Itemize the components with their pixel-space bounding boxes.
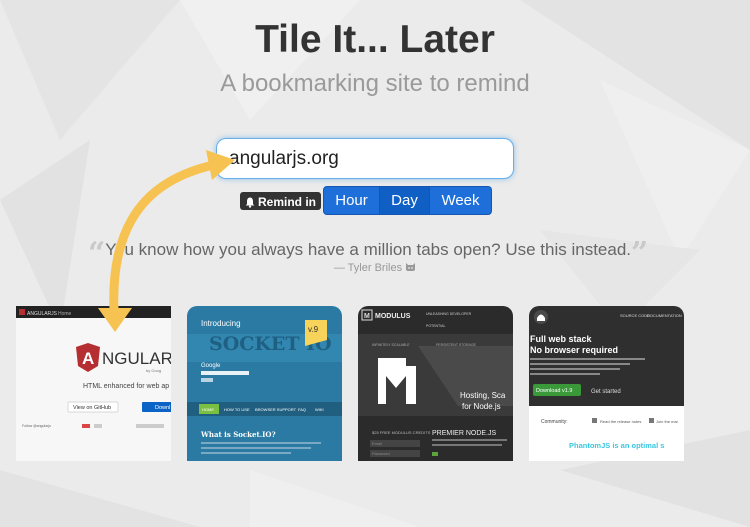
modulus-password: Password	[372, 451, 390, 456]
phantom-nav1: SOURCE CODE	[620, 313, 650, 318]
angular-tagline: HTML enhanced for web ap	[83, 383, 169, 390]
modulus-credits: $25 FREE MODULUS CREDITS	[372, 430, 431, 435]
curved-arrow-icon	[98, 150, 235, 332]
remind-label: Remind in	[240, 192, 322, 210]
modulus-hosting1: Hosting, Sca	[460, 391, 506, 400]
phantom-headline1: Full web stack	[530, 334, 593, 344]
svg-text:A: A	[82, 349, 94, 368]
socketio-nav-browser: BROWSER SUPPORT	[255, 407, 297, 412]
tile-phantomjs[interactable]: SOURCE CODE DOCUMENTATION Full web stack…	[529, 306, 684, 461]
phantom-headline2: No browser required	[530, 345, 618, 355]
phantom-nav2: DOCUMENTATION	[647, 313, 682, 318]
modulus-feat1: INFINITELY SCALABLE	[372, 343, 410, 347]
day-button[interactable]: Day	[380, 186, 430, 215]
angular-nav-text: Home	[58, 311, 72, 317]
phantom-tagline: PhantomJS is an optimal s	[569, 441, 664, 450]
week-button[interactable]: Week	[430, 186, 492, 215]
socketio-version: v.9	[308, 325, 319, 334]
modulus-nav1: UNLEASHING DEVELOPER	[426, 312, 472, 316]
remind-interval-group: Hour Day Week	[323, 186, 492, 215]
socketio-google: Google	[201, 363, 221, 369]
socketio-nav-howto: HOW TO USE	[224, 407, 250, 412]
url-input[interactable]	[216, 138, 514, 179]
hour-button[interactable]: Hour	[323, 186, 380, 215]
bell-icon	[245, 197, 255, 208]
modulus-brand: MODULUS	[375, 313, 411, 320]
angular-github-button: View on GitHub	[73, 405, 111, 411]
modulus-email: Email	[372, 441, 382, 446]
angular-byline: by Goog	[146, 368, 161, 373]
modulus-nav2: POTENTIAL	[426, 324, 446, 328]
socketio-heading: What is Socket.IO?	[200, 430, 276, 439]
github-icon	[406, 263, 416, 271]
modulus-hosting2: for Node.js	[462, 402, 501, 411]
angular-header-text: ANGULARJS	[27, 311, 58, 317]
phantom-get-started: Get started	[591, 389, 621, 395]
tile-modulus[interactable]: M MODULUS UNLEASHING DEVELOPER POTENTIAL…	[358, 306, 513, 461]
angular-footer: Follow @angularjs	[22, 424, 51, 428]
svg-text:M: M	[364, 313, 370, 320]
phantom-join: Join the mai	[656, 419, 678, 424]
socketio-nav-wiki: WIKI	[315, 407, 324, 412]
page-title: Tile It... Later	[255, 18, 495, 61]
angular-logo-text: NGULARJS	[102, 349, 171, 368]
socketio-nav-home: HOME	[202, 407, 214, 412]
modulus-feat2: PERSISTENT STORAGE	[436, 343, 477, 347]
phantom-download-button: Download v1.9	[536, 388, 572, 394]
author-name: — Tyler Briles	[333, 262, 403, 274]
angular-download-button: Downl	[155, 405, 170, 411]
phantom-community: Community:	[541, 419, 568, 425]
socketio-nav-faq: FAQ	[298, 407, 306, 412]
page-subtitle: A bookmarking site to remind	[220, 70, 530, 97]
remind-label-text: Remind in	[258, 195, 317, 209]
modulus-premier: PREMIER NODE.JS	[432, 430, 497, 437]
phantom-release-notes: Read the release notes	[600, 419, 641, 424]
